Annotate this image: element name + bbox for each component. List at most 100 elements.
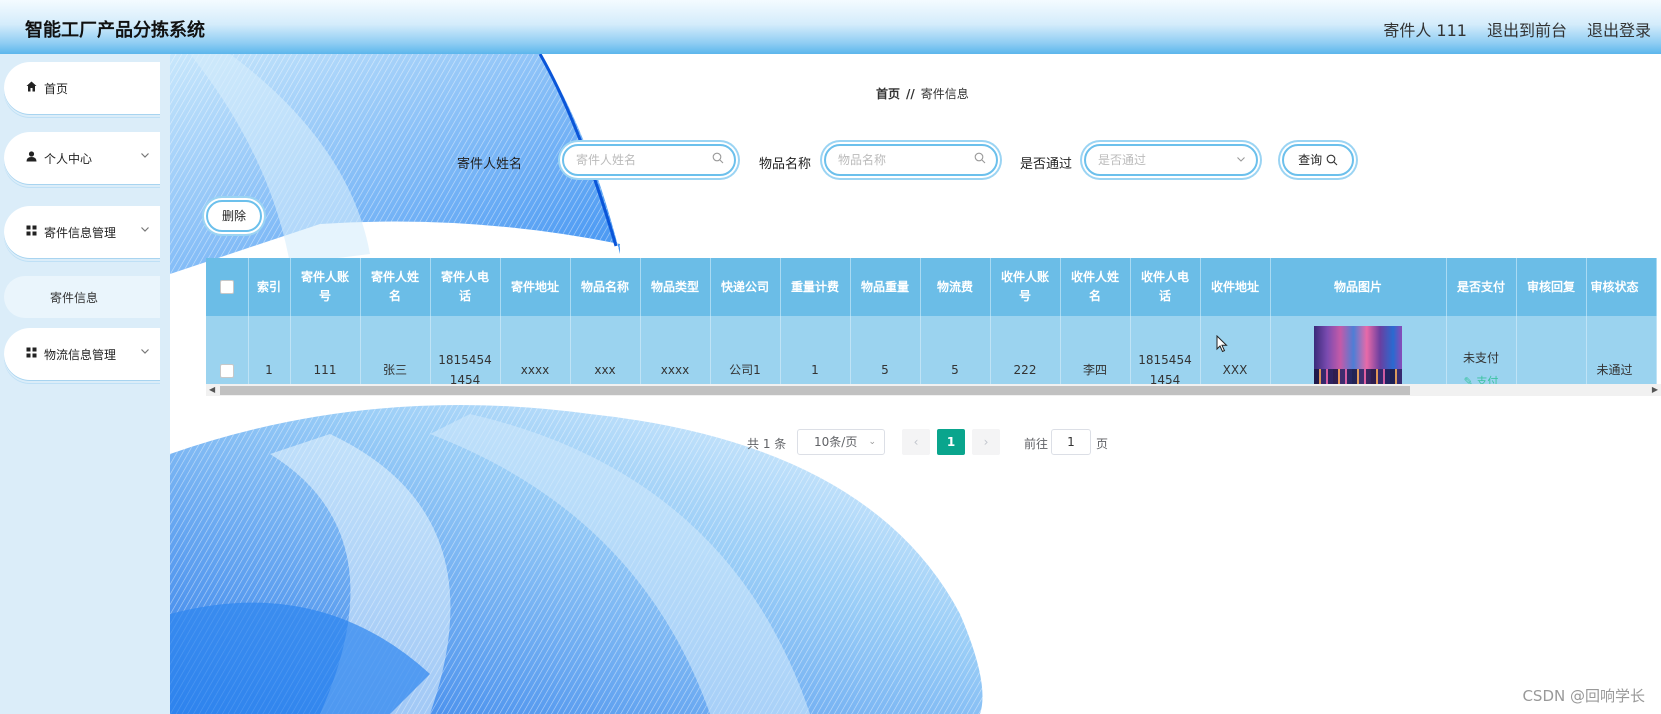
cell-receiver-name: 李四 [1060,316,1131,384]
goto-label: 前往 [1024,437,1049,451]
pagination: 共 1 条 10条/页 ⌄ ‹ 1 › 前往 1 页 [170,429,1661,457]
cell-item-name: xxx [570,316,641,384]
column-header: 寄件人电话 [430,258,501,316]
column-header: 审核回复 [1516,258,1587,316]
sidebar-item-label: 个人中心 [44,151,93,166]
current-user-label: 寄件人 111 [1383,21,1467,40]
logout-link[interactable]: 退出登录 [1587,17,1651,41]
next-page-button[interactable]: › [972,429,1000,455]
header-links: 寄件人 111 退出到前台 退出登录 [1383,17,1651,41]
select-all-checkbox[interactable] [219,280,234,294]
sender-name-input[interactable]: 寄件人姓名 [562,144,736,176]
chevron-down-icon [140,346,150,359]
column-header: 物品图片 [1270,258,1447,316]
cell-receiver-address: XXX [1200,316,1271,384]
cell-sender-account: 111 [290,316,361,384]
paid-status-text: 未支付 [1462,351,1499,365]
column-header: 物品重量 [850,258,921,316]
column-header: 寄件人姓名 [360,258,431,316]
table: 索引 寄件人账号 寄件人姓名 寄件人电话 寄件地址 物品名称 物品类型 快递公司… [206,258,1657,384]
column-header: 寄件地址 [500,258,571,316]
scroll-left-arrow-icon[interactable]: ◀ [209,384,215,396]
pagination-total: 共 1 条 [747,437,787,451]
item-thumbnail-image[interactable] [1314,326,1402,384]
grid-icon [24,347,38,361]
home-icon [24,81,38,95]
sender-name-placeholder: 寄件人姓名 [576,153,637,167]
top-header: 智能工厂产品分拣系统 寄件人 111 退出到前台 退出登录 [0,0,1661,54]
breadcrumb: 首页 // 寄件信息 [876,85,969,102]
cell-review-status: 未通过 [1586,316,1657,384]
column-header: 物流费 [920,258,991,316]
cell-paid-status: 未支付 ✎ 支付 [1446,316,1517,384]
row-checkbox[interactable] [219,363,234,378]
search-icon [712,146,724,174]
column-header: 重量计费 [780,258,851,316]
column-header: 是否支付 [1446,258,1517,316]
cell-logistics-fee: 5 [920,316,991,384]
column-header: 快递公司 [710,258,781,316]
user-icon [24,151,38,165]
main-content: 首页 // 寄件信息 寄件人姓名 寄件人姓名 物品名称 物品名称 是否通过 是否通过… [170,54,1661,714]
mouse-cursor-icon [1216,335,1228,353]
sidebar-item-label: 寄件信息管理 [44,225,117,240]
item-name-input[interactable]: 物品名称 [824,144,998,176]
search-icon [1326,153,1338,167]
page-number-current[interactable]: 1 [937,429,965,455]
search-icon [974,146,986,174]
watermark: CSDN @回响学长 [1522,687,1645,705]
chevron-down-icon [140,224,150,237]
query-button[interactable]: 查询 [1282,144,1354,176]
page-suffix: 页 [1096,437,1109,451]
cell-sender-address: xxxx [500,316,571,384]
app-title: 智能工厂产品分拣系统 [25,20,205,41]
exit-to-front-link[interactable]: 退出到前台 [1487,17,1567,41]
breadcrumb-current: 寄件信息 [920,87,969,101]
cell-sender-phone: 1815454 1454 [430,316,501,384]
cell-item-type: xxxx [640,316,711,384]
cell-sender-name: 张三 [360,316,431,384]
prev-page-button[interactable]: ‹ [902,429,930,455]
sidebar-item-shipment-management[interactable]: 寄件信息管理 [4,206,160,258]
table-row: 1 111 张三 1815454 1454 xxxx xxx xxxx 公司1 1… [206,316,1657,384]
breadcrumb-home[interactable]: 首页 [876,87,900,101]
cell-receiver-account: 222 [990,316,1061,384]
cell-receiver-phone: 1815454 1454 [1130,316,1201,384]
passed-label: 是否通过 [1020,157,1073,172]
cell-item-weight: 5 [850,316,921,384]
goto-page-input[interactable]: 1 [1051,429,1091,455]
column-header: 物品类型 [640,258,711,316]
column-header: 收件人电话 [1130,258,1201,316]
cell-weight-billing: 1 [780,316,851,384]
sidebar: 首页 个人中心 寄件信息管理 寄件信息 物流信息管理 [0,54,170,714]
sidebar-item-personal-center[interactable]: 个人中心 [4,132,160,184]
cell-item-image [1270,316,1447,384]
sidebar-item-logistics-management[interactable]: 物流信息管理 [4,328,160,380]
data-table: 索引 寄件人账号 寄件人姓名 寄件人电话 寄件地址 物品名称 物品类型 快递公司… [206,258,1661,384]
chevron-down-icon [1236,146,1246,174]
passed-select[interactable]: 是否通过 [1084,144,1258,176]
sidebar-item-home[interactable]: 首页 [4,62,160,114]
search-bar: 寄件人姓名 寄件人姓名 物品名称 物品名称 是否通过 是否通过 查询 [170,142,1661,180]
horizontal-scrollbar[interactable]: ◀ ▶ [206,384,1661,396]
item-name-placeholder: 物品名称 [838,153,887,167]
column-header: 审核状态 [1586,258,1657,316]
select-all-checkbox-cell [206,258,249,316]
page-size-select[interactable]: 10条/页 ⌄ [797,429,885,455]
sidebar-subitem-shipment-info[interactable]: 寄件信息 [4,276,160,318]
pay-link[interactable]: ✎ 支付 [1449,372,1514,384]
row-checkbox-cell [206,316,249,384]
scroll-right-arrow-icon[interactable]: ▶ [1652,384,1658,396]
table-header-row: 索引 寄件人账号 寄件人姓名 寄件人电话 寄件地址 物品名称 物品类型 快递公司… [206,258,1657,316]
item-name-label: 物品名称 [759,157,812,172]
delete-button[interactable]: 删除 [206,200,262,232]
scrollbar-thumb[interactable] [220,386,1410,395]
column-header: 收件地址 [1200,258,1271,316]
chevron-down-icon: ⌄ [868,437,876,447]
sidebar-item-label: 首页 [44,81,69,96]
query-label: 查询 [1298,153,1323,167]
column-header: 收件人账号 [990,258,1061,316]
passed-placeholder: 是否通过 [1098,153,1147,167]
column-header: 收件人姓名 [1060,258,1131,316]
edit-icon: ✎ [1463,375,1477,384]
